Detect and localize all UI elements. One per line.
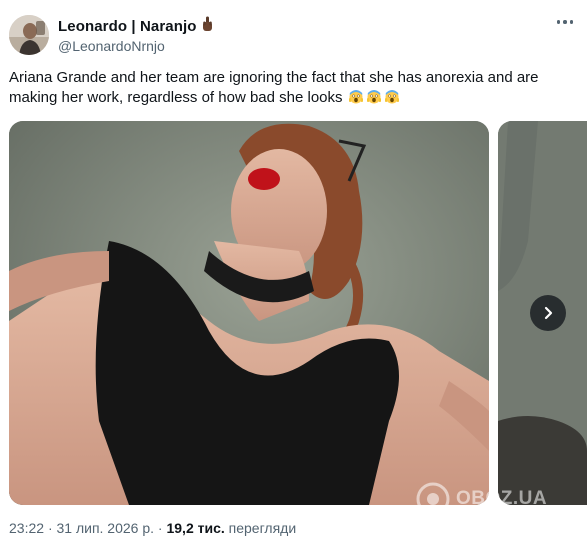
dot-icon	[563, 20, 567, 24]
media-image-main[interactable]	[9, 121, 489, 505]
watermark: OBOZ.UA	[416, 482, 547, 516]
views-count: 19,2	[166, 520, 194, 536]
dot-icon	[556, 20, 561, 24]
meta-separator: ·	[157, 520, 163, 536]
tweet-date[interactable]: 31 лип. 2026 р.	[57, 520, 155, 536]
avatar-image	[9, 15, 49, 55]
meta-separator: ·	[47, 520, 53, 536]
carousel-next-button[interactable]	[530, 295, 566, 331]
author-name-row: Leonardo | Naranjo	[58, 16, 214, 37]
screaming-face-emoji-icon	[384, 90, 399, 104]
author-display-name[interactable]: Leonardo | Naranjo	[58, 18, 197, 35]
media-carousel	[9, 121, 587, 507]
emoji-group	[348, 90, 399, 104]
avatar[interactable]	[9, 15, 49, 55]
dot-icon	[569, 20, 574, 24]
chevron-right-icon	[544, 306, 553, 320]
watermark-text: OBOZ.UA	[456, 488, 548, 509]
middle-finger-emoji-icon	[201, 16, 214, 37]
tweet-body: Ariana Grande and her team are ignoring …	[9, 69, 539, 106]
screaming-face-emoji-icon	[366, 90, 381, 104]
tweet-card: Leonardo | Naranjo @LeonardoNrnjo Ariana…	[0, 0, 587, 547]
views-unit: тис.	[197, 520, 225, 536]
photo-woman-black-dress-icon	[9, 121, 489, 505]
tweet-time[interactable]: 23:22	[9, 520, 44, 536]
tweet-text: Ariana Grande and her team are ignoring …	[9, 68, 574, 108]
tweet-meta: 23:22 · 31 лип. 2026 р. · 19,2 тис. пере…	[9, 520, 296, 536]
more-options-button[interactable]	[553, 12, 577, 32]
views-label: перегляди	[228, 520, 297, 536]
screaming-face-emoji-icon	[348, 90, 363, 104]
author-handle[interactable]: @LeonardoNrnjo	[58, 38, 165, 54]
watermark-logo-icon	[416, 482, 450, 516]
